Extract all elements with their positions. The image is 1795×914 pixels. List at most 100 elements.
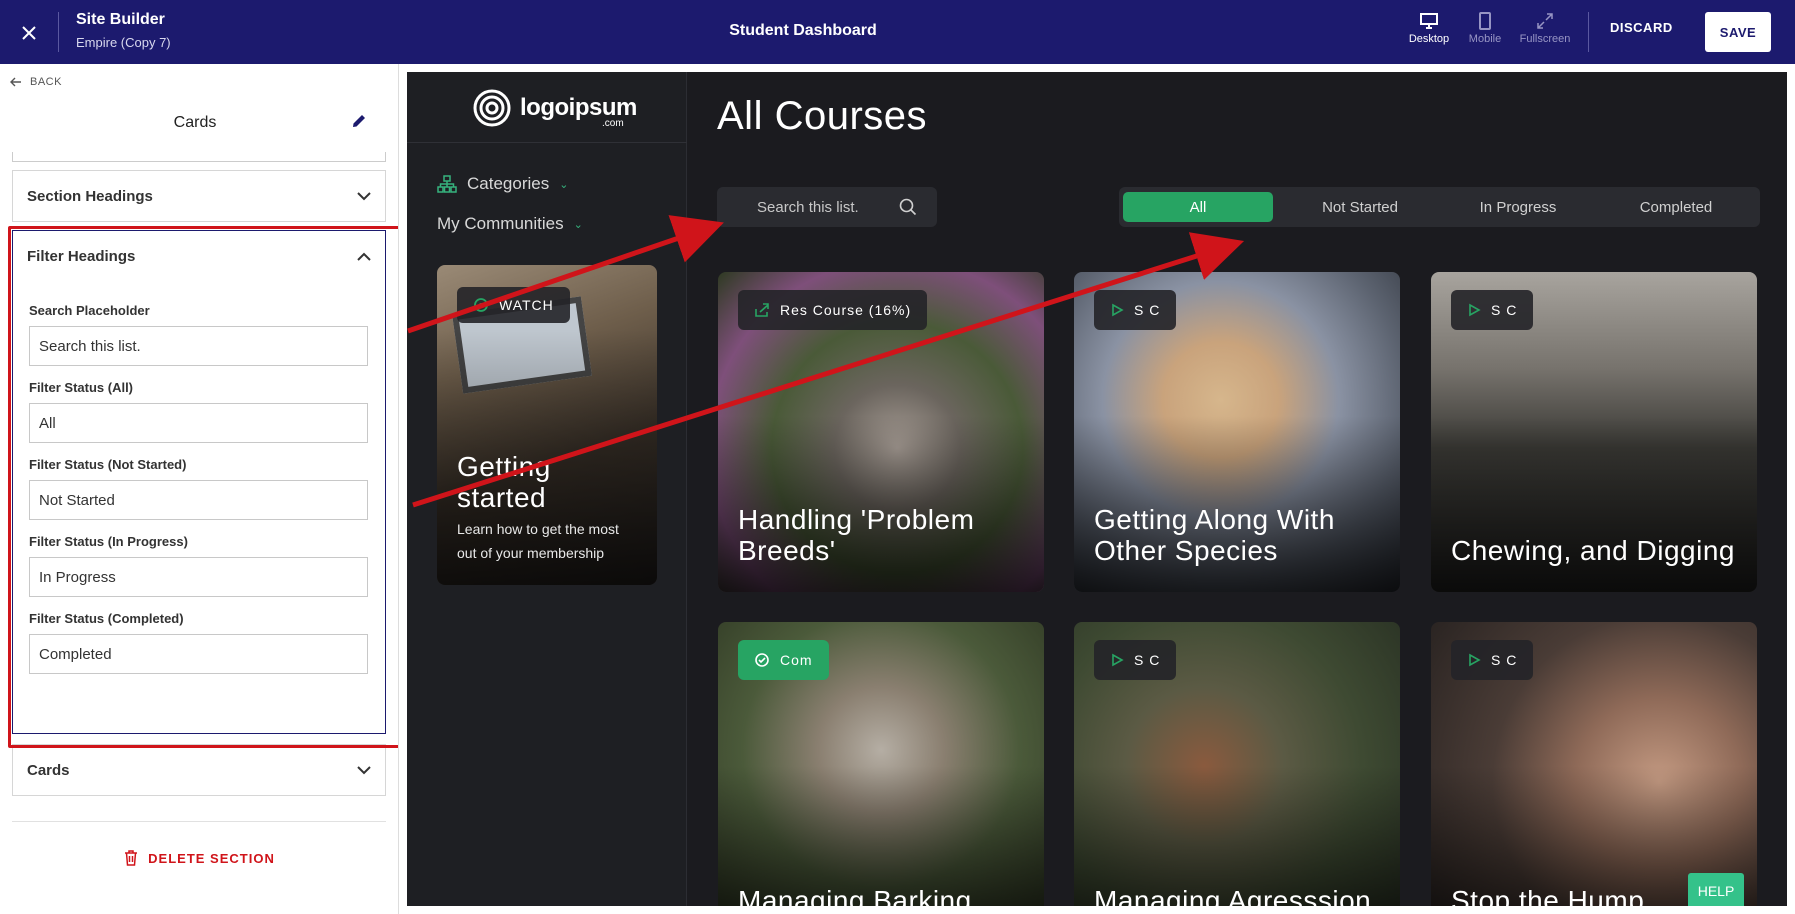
check-circle-icon [755,653,769,667]
site-preview: logoipsum .com Categories ⌄ My Communiti… [407,72,1787,906]
filter-tab-in-progress[interactable]: In Progress [1439,192,1597,222]
mobile-label: Mobile [1468,33,1502,45]
nav-categories-label: Categories [467,174,550,193]
delete-section-label: DELETE SECTION [148,850,275,866]
card-title: Getting started [457,451,551,513]
caret-down-icon: ⌄ [559,178,569,191]
save-button[interactable]: SAVE [1705,12,1771,52]
course-search[interactable]: Search this list. [717,187,937,227]
card-badge-label: WATCH [499,297,554,313]
pencil-icon[interactable] [350,112,368,135]
sitemap-icon [437,175,457,193]
course-badge-label: S C [1134,302,1161,318]
nav-communities-label: My Communities [437,214,564,233]
desktop-icon [1420,13,1438,29]
panel-title: Cards [173,114,217,131]
section-headings-header[interactable]: Section Headings [13,171,385,221]
cards-header[interactable]: Cards [13,745,385,795]
course-card[interactable]: S C Chewing, and Digging [1431,272,1757,592]
share-icon [755,303,769,317]
top-bar: Site Builder Empire (Copy 7) Student Das… [0,0,1795,64]
desktop-label: Desktop [1408,33,1450,45]
search-placeholder-input[interactable] [29,326,368,366]
help-button[interactable]: HELP [1688,873,1744,906]
field-label: Search Placeholder [29,303,150,318]
course-badge-label: S C [1491,652,1518,668]
fullscreen-label: Fullscreen [1519,33,1571,45]
course-title: Managing Barking [738,885,972,906]
fullscreen-view-button[interactable]: Fullscreen [1515,12,1575,45]
course-title: Getting Along With Other Species [1094,504,1335,566]
course-badge: S C [1094,290,1177,330]
section-headings-label: Section Headings [27,187,153,205]
filter-completed-input[interactable] [29,634,368,674]
discard-button[interactable]: DISCARD [1610,20,1673,35]
page-title: All Courses [717,94,928,138]
collapsed-section-stub [12,152,386,162]
desktop-view-button[interactable]: Desktop [1399,12,1459,45]
chevron-up-icon [357,252,371,261]
field-label: Filter Status (Not Started) [29,457,187,472]
divider [12,821,386,822]
delete-section-button[interactable]: DELETE SECTION [0,850,398,866]
site-logo[interactable]: logoipsum .com [472,88,637,129]
field-label: Filter Status (In Progress) [29,534,188,549]
course-badge-label: S C [1134,652,1161,668]
filter-headings-header[interactable]: Filter Headings [13,231,385,281]
course-badge: S C [1451,640,1534,680]
field-label: Filter Status (Completed) [29,611,184,626]
course-badge: S C [1451,290,1534,330]
course-badge-label: Res Course (16%) [780,302,912,318]
course-card[interactable]: S C Stop the Hump [1431,622,1757,906]
search-icon[interactable] [899,198,917,216]
divider [1588,12,1589,52]
section-headings-accordion[interactable]: Section Headings [12,170,386,222]
filter-not-started-input[interactable] [29,480,368,520]
fullscreen-icon [1537,13,1553,29]
mobile-icon [1479,12,1491,30]
play-icon [1469,303,1481,317]
nav-communities[interactable]: My Communities ⌄ [437,214,583,234]
course-card[interactable]: S C Getting Along With Other Species [1074,272,1400,592]
site-sidebar: logoipsum .com Categories ⌄ My Communiti… [407,72,687,906]
course-badge: Res Course (16%) [738,290,928,330]
search-placeholder: Search this list. [757,198,859,216]
logo-icon [473,89,511,127]
settings-panel: BACK Cards Section Headings Filter Headi… [0,64,399,914]
back-link[interactable]: BACK [10,76,62,88]
course-badge: Com [738,640,829,680]
course-badge-label: Com [780,652,813,668]
card-badge: WATCH [457,287,570,323]
divider [407,142,687,143]
nav-categories[interactable]: Categories ⌄ [437,174,568,194]
back-label: BACK [30,76,62,88]
getting-started-card[interactable]: WATCH Getting started Learn how to get t… [437,265,657,585]
course-title: Handling 'Problem Breeds' [738,504,975,566]
field-label: Filter Status (All) [29,380,134,395]
filter-tab-completed[interactable]: Completed [1597,192,1755,222]
chevron-down-icon [357,191,371,200]
filter-in-progress-input[interactable] [29,557,368,597]
filter-tab-all[interactable]: All [1123,192,1273,222]
course-badge-label: S C [1491,302,1518,318]
cards-accordion[interactable]: Cards [12,744,386,796]
play-icon [1112,653,1124,667]
card-description: Learn how to get the most out of your me… [457,521,619,561]
filter-tab-not-started[interactable]: Not Started [1281,192,1439,222]
course-card[interactable]: S C Managing Agresssion [1074,622,1400,906]
filter-fields: Search Placeholder Filter Status (All) F… [13,281,385,674]
cards-label: Cards [27,761,70,779]
chevron-down-icon [357,765,371,774]
arrow-left-icon [10,77,21,87]
course-title: Managing Agresssion [1094,885,1372,906]
trash-icon [125,850,138,866]
play-icon [1469,653,1481,667]
course-card[interactable]: Com Managing Barking [718,622,1044,906]
course-title: Chewing, and Digging [1451,535,1735,566]
circle-play-icon [474,298,488,312]
mobile-view-button[interactable]: Mobile [1455,12,1515,45]
status-filter-tabs: All Not Started In Progress Completed [1119,187,1760,227]
course-card[interactable]: Res Course (16%) Handling 'Problem Breed… [718,272,1044,592]
filter-all-input[interactable] [29,403,368,443]
play-icon [1112,303,1124,317]
